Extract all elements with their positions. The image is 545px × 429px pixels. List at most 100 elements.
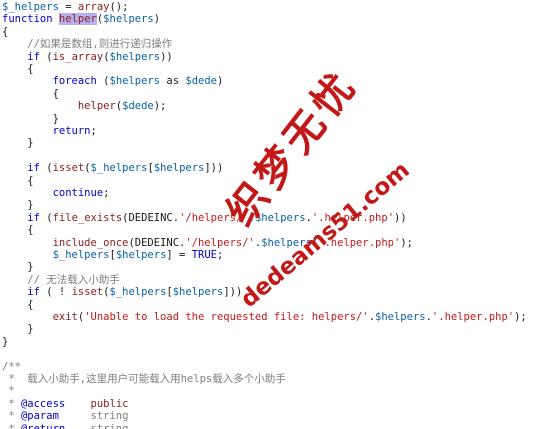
code-token: { [2, 298, 34, 311]
code-token: $dede [185, 75, 217, 88]
code-line: } [2, 113, 59, 125]
code-token: if [27, 162, 40, 175]
code-line: if (is_array($helpers)) [2, 50, 173, 63]
highlighted-token: helper [58, 13, 97, 26]
code-token: continue [52, 187, 104, 199]
code-line: } [2, 199, 34, 212]
code-token: $helpers [254, 211, 306, 224]
code-token: $helpers [109, 75, 161, 88]
code-token: return [52, 125, 91, 137]
code-token: @access [20, 397, 66, 410]
code-token: )) [160, 50, 173, 63]
code-token: } [2, 137, 34, 150]
code-token: @param [20, 410, 59, 423]
code-token: $helpers [261, 236, 312, 249]
code-token: { [2, 224, 34, 237]
code-token: file_exists [52, 211, 123, 224]
code-token: ])) [204, 162, 224, 175]
code-token: ( [39, 211, 53, 224]
code-token: (); [109, 1, 129, 13]
code-line: return; [2, 125, 97, 137]
code-token: isset [52, 162, 85, 175]
code-line: helper($dede); [2, 100, 167, 113]
code-token: string [65, 422, 129, 429]
code-token: ( ! [39, 286, 72, 299]
code-token: $_helpers [109, 286, 167, 299]
code-token: $dede [122, 100, 154, 113]
code-token: '.helper.php' [431, 311, 515, 323]
code-token: { [2, 25, 9, 38]
code-token: { [2, 63, 34, 75]
code-line: * 载入小助手,这里用户可能载入用helps载入多个小助手 [2, 373, 285, 385]
code-token: 'Unable to load the requested file: help… [84, 311, 369, 323]
code-line: $_helpers = array(); [2, 1, 128, 13]
code-token: as [160, 75, 186, 88]
code-line: if (isset($_helpers[$helpers])) [2, 162, 223, 174]
code-line: } [2, 261, 33, 273]
code-token: (DEDEINC. [122, 211, 180, 224]
code-line: * @access public [2, 398, 128, 410]
code-token: if [27, 211, 40, 224]
code-token: include_once [52, 236, 129, 249]
code-line: if (file_exists(DEDEINC.'/helpers/'.$hel… [2, 211, 406, 224]
code-line: //如果是数组,则进行递归操作 [2, 38, 172, 50]
code-line: continue; [2, 187, 110, 199]
code-line: $_helpers[$helpers] = TRUE; [2, 249, 224, 261]
code-line: * @return string [2, 423, 128, 429]
code-token: $helpers [375, 311, 426, 323]
code-token: isset [71, 286, 104, 299]
code-token: if [27, 286, 40, 299]
code-line: { [2, 174, 34, 187]
code-token: ); [400, 236, 413, 249]
code-token: } [2, 323, 34, 336]
code-token: } [2, 112, 59, 125]
code-line: /** [2, 361, 21, 373]
code-token: helper [77, 100, 116, 113]
code-line: * @param string [2, 410, 128, 422]
code-token: (DEDEINC. [128, 236, 186, 249]
code-line: { [2, 224, 34, 237]
code-editor[interactable]: $_helpers = array(); function helper($hel… [0, 0, 545, 429]
code-token: ) [216, 75, 224, 88]
code-token: @return [20, 422, 66, 429]
code-line: exit('Unable to load the requested file:… [2, 311, 527, 323]
code-token: } [2, 199, 34, 212]
code-token: ); [153, 100, 167, 113]
code-token: $helpers [172, 286, 224, 299]
code-token: //如果是数组,则进行递归操作 [2, 38, 173, 51]
code-token: string [58, 410, 129, 423]
code-token: * [2, 397, 21, 410]
code-token: '/helpers/' [185, 236, 255, 249]
code-line: { [2, 88, 59, 100]
code-line: } [2, 137, 34, 150]
code-token: ; [103, 187, 110, 199]
code-token: ( [96, 75, 110, 88]
code-token: TRUE [191, 249, 217, 261]
code-token: * [2, 422, 21, 429]
code-line: { [2, 63, 34, 75]
code-token: * [2, 385, 15, 398]
code-token: ; [216, 249, 224, 261]
code-token: array [77, 1, 110, 13]
code-token: } [2, 335, 9, 348]
code-line: } [2, 323, 34, 336]
code-token: $helpers [109, 50, 161, 63]
code-token: $helpers [103, 13, 154, 26]
code-token: // 无法载入小助手 [2, 273, 120, 286]
code-line: { [2, 298, 34, 311]
code-token: is_array [52, 50, 104, 63]
code-token: { [2, 174, 34, 187]
code-token: ( [39, 50, 53, 63]
code-token: ] = [166, 249, 192, 261]
code-token: exit [52, 311, 78, 323]
code-token: ) [153, 13, 161, 26]
